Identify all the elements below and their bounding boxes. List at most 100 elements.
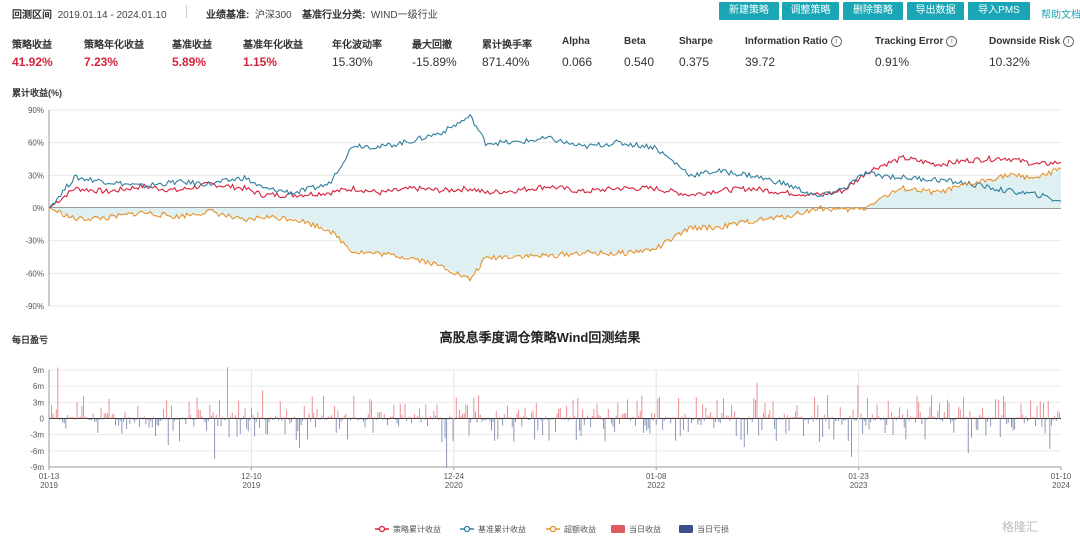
daily-gain-bar — [526, 417, 528, 419]
daily-gain-bar — [196, 397, 198, 419]
daily-gain-bar — [243, 416, 244, 419]
daily-loss-bar — [579, 418, 580, 431]
x-tick-year: 2022 — [647, 481, 665, 490]
info-icon[interactable]: i — [1063, 36, 1075, 47]
daily-gain-bar — [667, 417, 668, 419]
daily-gain-bar — [244, 408, 246, 419]
adjust-strategy-button[interactable]: 调整策略 — [782, 2, 839, 20]
daily-loss-bar — [204, 418, 206, 423]
daily-loss-bar — [875, 418, 876, 421]
daily-loss-bar — [782, 418, 784, 420]
daily-loss-bar — [851, 418, 852, 457]
daily-loss-bar — [350, 418, 352, 421]
import-pms-button[interactable]: 导入PMS — [968, 2, 1030, 20]
daily-gain-bar — [766, 417, 768, 419]
daily-gain-bar — [871, 414, 873, 419]
daily-loss-bar — [486, 418, 488, 420]
metric-value: 0.375 — [679, 55, 710, 69]
daily-gain-bar — [998, 399, 1000, 419]
daily-loss-bar — [511, 418, 513, 428]
delete-strategy-button[interactable]: 删除策略 — [843, 2, 903, 20]
daily-loss-bar — [697, 418, 699, 425]
daily-gain-bar — [598, 414, 600, 419]
daily-loss-bar — [339, 418, 340, 429]
daily-loss-bar — [926, 418, 928, 420]
daily-loss-bar — [815, 418, 817, 421]
daily-gain-bar — [455, 397, 457, 419]
daily-gain-bar — [801, 416, 803, 419]
daily-loss-bar — [951, 418, 953, 421]
daily-loss-bar — [315, 418, 316, 428]
daily-loss-bar — [1055, 418, 1057, 422]
daily-loss-bar — [601, 418, 603, 420]
daily-gain-bar — [651, 412, 652, 419]
daily-gain-bar — [230, 416, 232, 419]
daily-gain-bar — [163, 409, 164, 419]
info-icon[interactable]: i — [946, 36, 958, 47]
daily-gain-bar — [422, 417, 424, 419]
daily-gain-bar — [726, 415, 728, 419]
daily-gain-bar — [84, 416, 86, 419]
daily-loss-bar — [812, 418, 814, 422]
daily-loss-bar — [838, 418, 840, 422]
daily-gain-bar — [222, 416, 224, 419]
daily-loss-bar — [703, 418, 705, 422]
daily-gain-bar — [439, 417, 441, 419]
export-data-button[interactable]: 导出数据 — [907, 2, 964, 20]
metric-value: 0.91% — [875, 55, 910, 69]
daily-loss-bar — [271, 418, 273, 420]
daily-gain-bar — [694, 417, 696, 419]
daily-loss-bar — [116, 418, 118, 420]
daily-loss-bar — [284, 418, 286, 435]
daily-loss-bar — [174, 418, 176, 421]
daily-loss-bar — [534, 418, 536, 440]
daily-loss-bar — [388, 418, 390, 420]
daily-loss-bar — [175, 418, 177, 420]
daily-gain-bar — [911, 417, 913, 419]
info-icon[interactable]: i — [830, 36, 842, 47]
daily-loss-bar — [59, 418, 60, 420]
daily-loss-bar — [438, 418, 440, 420]
daily-gain-bar — [1019, 417, 1020, 419]
daily-gain-bar — [937, 410, 939, 419]
daily-loss-bar — [820, 418, 822, 420]
daily-loss-bar — [247, 418, 249, 432]
daily-gain-bar — [68, 417, 70, 419]
daily-loss-bar — [263, 418, 265, 420]
daily-gain-bar — [889, 417, 891, 419]
daily-loss-bar — [585, 418, 587, 420]
legend-label: 策略累计收益 — [393, 524, 441, 534]
daily-loss-bar — [819, 418, 820, 442]
daily-loss-bar — [497, 418, 499, 439]
daily-gain-bar — [1017, 417, 1019, 419]
daily-loss-bar — [319, 418, 321, 420]
daily-gain-bar — [857, 385, 859, 419]
daily-gain-bar — [553, 417, 555, 419]
help-docs-link[interactable]: 帮助文档 — [1041, 6, 1080, 21]
daily-gain-bar — [412, 417, 414, 419]
daily-gain-bar — [852, 409, 854, 419]
daily-gain-bar — [956, 417, 958, 419]
daily-gain-bar — [113, 413, 115, 419]
daily-gain-bar — [1047, 401, 1049, 419]
daily-loss-bar — [454, 418, 456, 420]
daily-gain-bar — [708, 415, 710, 419]
daily-gain-bar — [737, 417, 739, 419]
daily-gain-bar — [943, 412, 945, 419]
daily-gain-bar — [233, 417, 235, 419]
daily-loss-bar — [670, 418, 672, 424]
daily-gain-bar — [657, 398, 659, 419]
metric-value: 15.30% — [332, 55, 373, 69]
daily-gain-bar — [961, 416, 963, 419]
daily-loss-bar — [431, 418, 433, 420]
daily-gain-bar — [665, 416, 667, 419]
daily-gain-bar — [235, 415, 236, 419]
daily-gain-bar — [923, 417, 924, 419]
daily-loss-bar — [886, 418, 888, 425]
daily-loss-bar — [119, 418, 121, 421]
daily-gain-bar — [753, 398, 755, 419]
metric-label-text: Information Ratio — [745, 36, 828, 47]
new-strategy-button[interactable]: 新建策略 — [719, 2, 779, 20]
daily-loss-bar — [691, 418, 692, 423]
daily-gain-bar — [660, 417, 662, 419]
